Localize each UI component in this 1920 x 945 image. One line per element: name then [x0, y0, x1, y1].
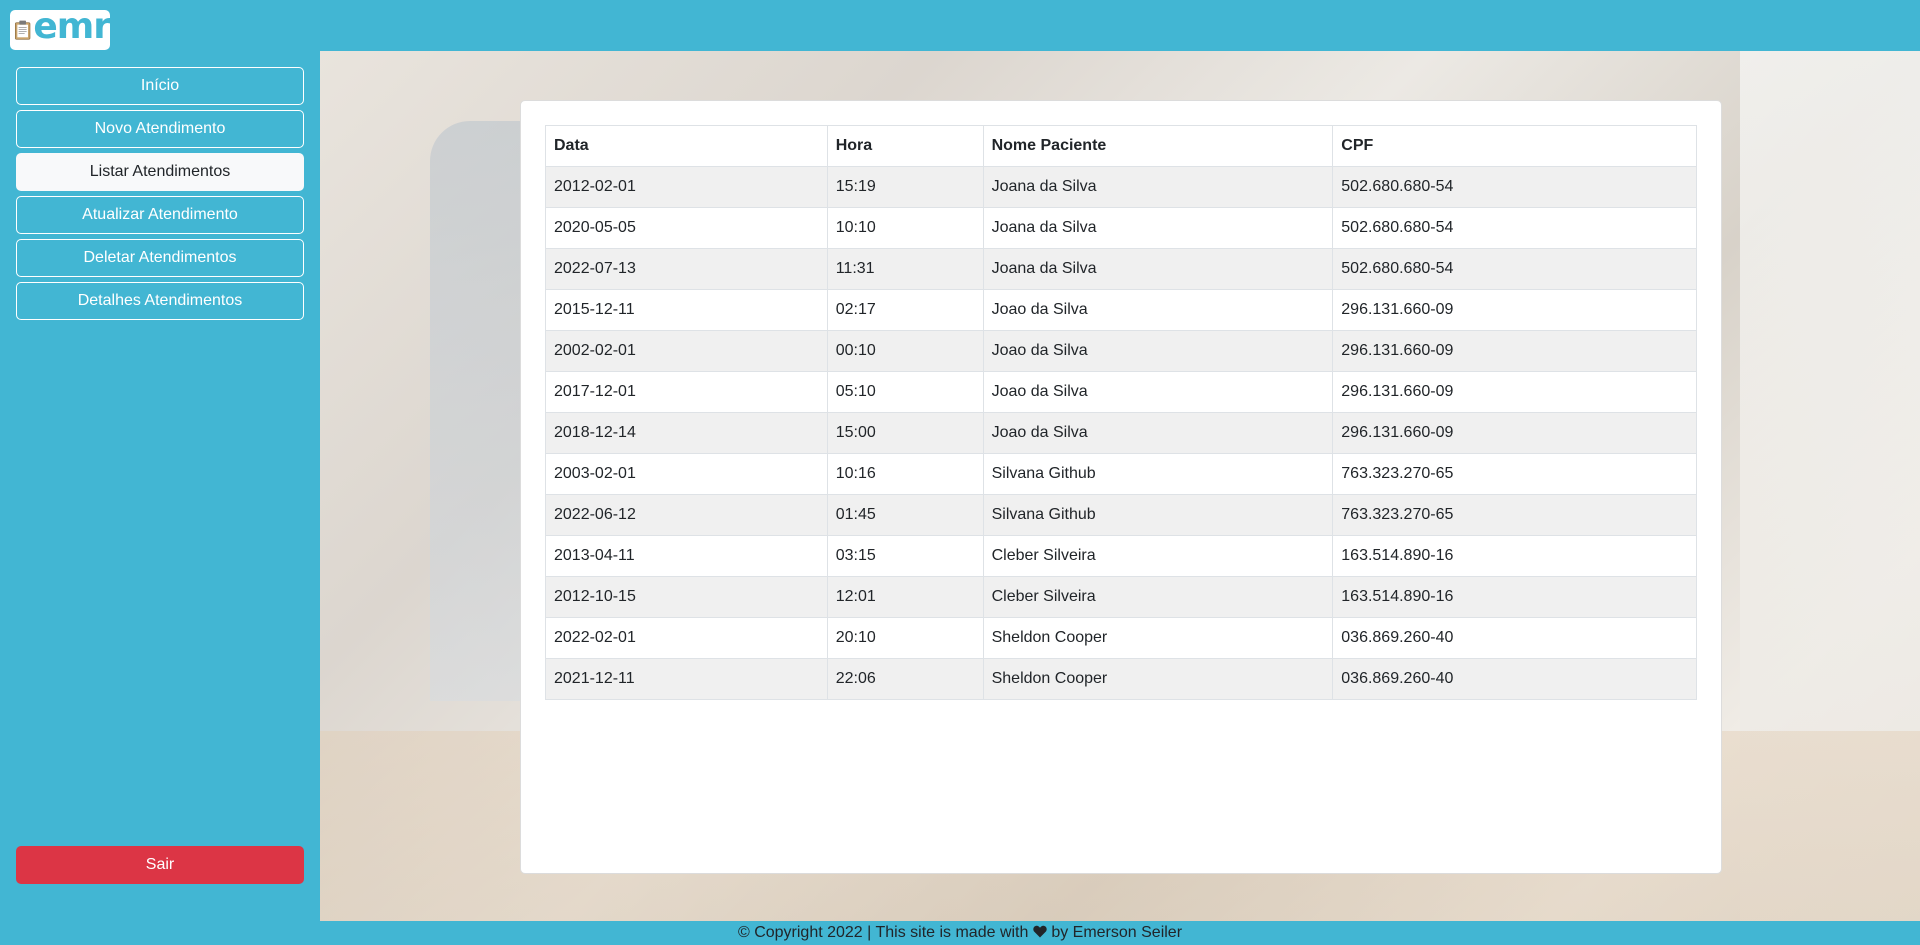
- appointments-table: Data Hora Nome Paciente CPF 2012-02-01 15:19…: [545, 125, 1697, 700]
- table-cell: 11:31: [826, 248, 984, 290]
- table-cell: 20:10: [826, 617, 984, 659]
- table-cell: Cleber Silveira: [982, 576, 1334, 618]
- column-header[interactable]: Nome Paciente: [982, 125, 1334, 167]
- table-cell: Joao da Silva: [982, 330, 1334, 372]
- table-cell: Joao da Silva: [982, 412, 1334, 454]
- sidebar-item-deletar-atendimentos[interactable]: Deletar Atendimentos: [16, 239, 304, 277]
- table-cell: Joana da Silva: [982, 248, 1334, 290]
- sidebar-item-atualizar-atendimento[interactable]: Atualizar Atendimento: [16, 196, 304, 234]
- table-row[interactable]: 2017-12-01 05:10 Joao da Silva 296.131.660-…: [545, 371, 1697, 413]
- table-header-row: Data Hora Nome Paciente CPF: [545, 125, 1697, 167]
- table-cell: 2013-04-11: [545, 535, 828, 577]
- table-row[interactable]: 2015-12-11 02:17 Joao da Silva 296.131.660-…: [545, 289, 1697, 331]
- table-cell: 2012-02-01: [545, 166, 828, 208]
- logo[interactable]: emr: [10, 6, 111, 50]
- table-row[interactable]: 2022-07-13 11:31 Joana da Silva 502.680.680…: [545, 248, 1697, 290]
- column-header[interactable]: CPF: [1332, 125, 1697, 167]
- table-cell: 502.680.680-54: [1332, 248, 1697, 290]
- table-row[interactable]: 2021-12-11 22:06 Sheldon Cooper 036.869.260…: [545, 658, 1697, 700]
- table-cell: 2003-02-01: [545, 453, 828, 495]
- table-cell: 2022-07-13: [545, 248, 828, 290]
- main-content: Data Hora Nome Paciente CPF 2012-02-01 15:19…: [320, 51, 1920, 921]
- footer-text-before: © Copyright 2022 | This site is made wit…: [737, 924, 1029, 941]
- table-cell: 15:19: [826, 166, 984, 208]
- table-cell: 2017-12-01: [545, 371, 828, 413]
- table-cell: 00:10: [826, 330, 984, 372]
- table-cell: 2021-12-11: [545, 658, 828, 700]
- table-cell: 296.131.660-09: [1332, 289, 1697, 331]
- table-cell: 502.680.680-54: [1332, 207, 1697, 249]
- table-cell: Cleber Silveira: [982, 535, 1334, 577]
- table-cell: 296.131.660-09: [1332, 371, 1697, 413]
- column-header[interactable]: Data: [545, 125, 828, 167]
- table-cell: 03:15: [826, 535, 984, 577]
- logo-text: emr: [33, 6, 111, 47]
- table-cell: Joao da Silva: [982, 289, 1334, 331]
- table-row[interactable]: 2003-02-01 10:16 Silvana Github 763.323.270…: [545, 453, 1697, 495]
- table-row[interactable]: 2002-02-01 00:10 Joao da Silva 296.131.660-…: [545, 330, 1697, 372]
- table-row[interactable]: 2013-04-11 03:15 Cleber Silveira 163.514.89…: [545, 535, 1697, 577]
- table-cell: 01:45: [826, 494, 984, 536]
- table-cell: 10:10: [826, 207, 984, 249]
- sidebar-item-listar-atendimentos[interactable]: Listar Atendimentos: [16, 153, 304, 191]
- footer-text-after: by Emerson Seiler: [1051, 924, 1183, 941]
- sidebar-item-novo-atendimento[interactable]: Novo Atendimento: [16, 110, 304, 148]
- table-cell: 296.131.660-09: [1332, 412, 1697, 454]
- table-row[interactable]: 2012-10-15 12:01 Cleber Silveira 163.514.89…: [545, 576, 1697, 618]
- table-cell: 15:00: [826, 412, 984, 454]
- table-row[interactable]: 2020-05-05 10:10 Joana da Silva 502.680.680…: [545, 207, 1697, 249]
- top-bar: emr: [0, 0, 1920, 51]
- table-cell: 763.323.270-65: [1332, 453, 1697, 495]
- table-cell: 163.514.890-16: [1332, 576, 1697, 618]
- table-cell: Joana da Silva: [982, 166, 1334, 208]
- table-row[interactable]: 2012-02-01 15:19 Joana da Silva 502.680.680…: [545, 166, 1697, 208]
- table-cell: 10:16: [826, 453, 984, 495]
- logout-button[interactable]: Sair: [16, 846, 304, 884]
- table-cell: 502.680.680-54: [1332, 166, 1697, 208]
- sidebar: Início Novo Atendimento Listar Atendimento…: [0, 51, 320, 921]
- table-cell: Sheldon Cooper: [982, 658, 1334, 700]
- table-cell: 296.131.660-09: [1332, 330, 1697, 372]
- clipboard-icon: [14, 20, 31, 40]
- table-cell: Sheldon Cooper: [982, 617, 1334, 659]
- table-cell: 2012-10-15: [545, 576, 828, 618]
- table-cell: 2022-06-12: [545, 494, 828, 536]
- table-cell: 2020-05-05: [545, 207, 828, 249]
- table-row[interactable]: 2018-12-14 15:00 Joao da Silva 296.131.660-…: [545, 412, 1697, 454]
- table-cell: 02:17: [826, 289, 984, 331]
- column-header[interactable]: Hora: [826, 125, 984, 167]
- table-row[interactable]: 2022-02-01 20:10 Sheldon Cooper 036.869.260…: [545, 617, 1697, 659]
- appointments-card: Data Hora Nome Paciente CPF 2012-02-01 15:19…: [520, 100, 1722, 874]
- heart-icon: [1033, 925, 1047, 938]
- footer: © Copyright 2022 | This site is made wit…: [0, 921, 1920, 945]
- sidebar-item-inicio[interactable]: Início: [16, 67, 304, 105]
- sidebar-item-detalhes-atendimentos[interactable]: Detalhes Atendimentos: [16, 282, 304, 320]
- table-cell: 163.514.890-16: [1332, 535, 1697, 577]
- table-row[interactable]: 2022-06-12 01:45 Silvana Github 763.323.270…: [545, 494, 1697, 536]
- table-cell: 12:01: [826, 576, 984, 618]
- table-cell: 036.869.260-40: [1332, 658, 1697, 700]
- table-cell: Joana da Silva: [982, 207, 1334, 249]
- table-cell: Joao da Silva: [982, 371, 1334, 413]
- table-cell: 036.869.260-40: [1332, 617, 1697, 659]
- table-cell: 2022-02-01: [545, 617, 828, 659]
- table-cell: 05:10: [826, 371, 984, 413]
- table-cell: Silvana Github: [982, 494, 1334, 536]
- table-cell: 22:06: [826, 658, 984, 700]
- table-cell: 2002-02-01: [545, 330, 828, 372]
- table-cell: 763.323.270-65: [1332, 494, 1697, 536]
- table-cell: 2015-12-11: [545, 289, 828, 331]
- table-cell: Silvana Github: [982, 453, 1334, 495]
- table-cell: 2018-12-14: [545, 412, 828, 454]
